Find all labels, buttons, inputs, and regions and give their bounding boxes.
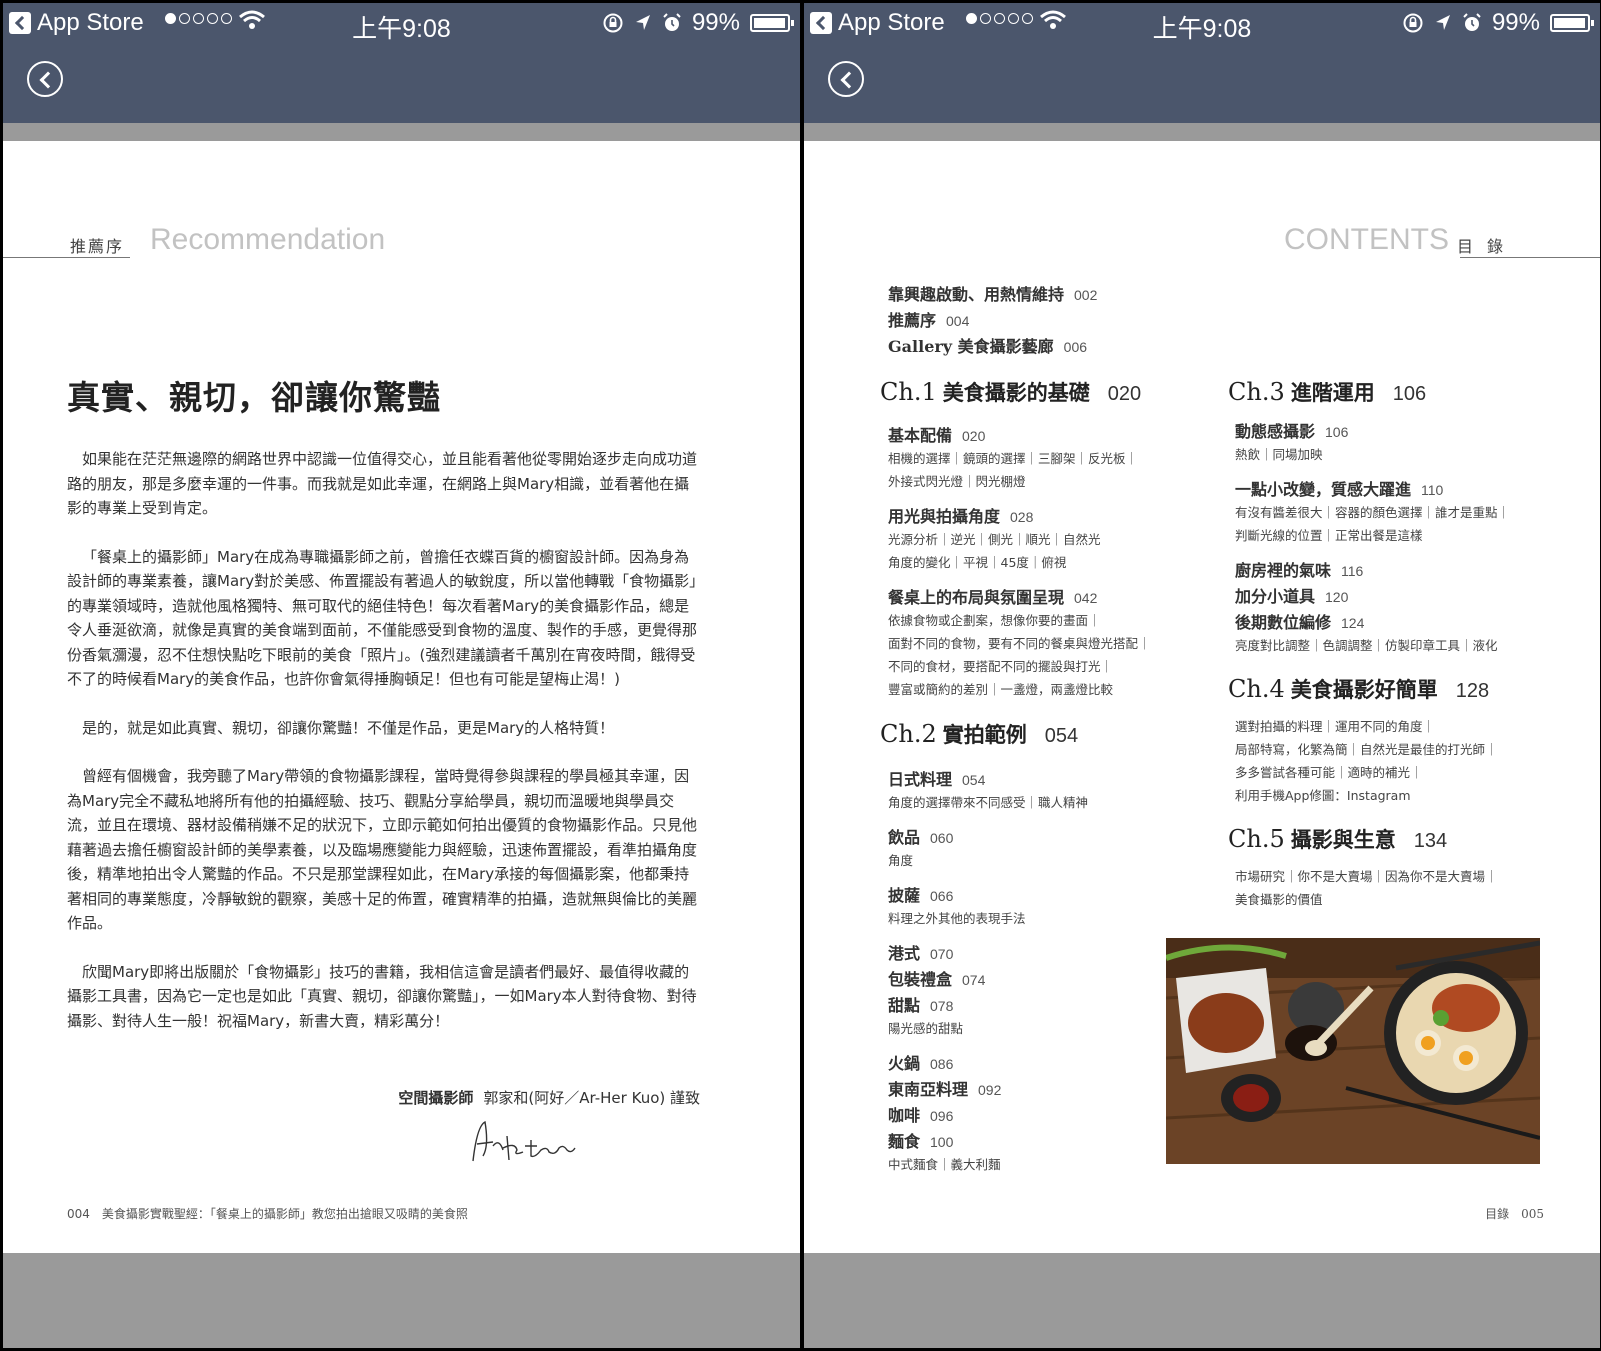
toc-entry[interactable]: 港式 070 [888, 940, 953, 964]
toc-subtopics: 相機的選擇｜鏡頭的選擇｜三腳架｜反光板｜ [888, 451, 1139, 466]
toc-entry[interactable]: 日式料理 054 [888, 766, 985, 790]
location-arrow-icon [1435, 15, 1450, 30]
rotation-lock-icon [603, 13, 623, 33]
toc-entry[interactable]: 包裝禮盒 074 [888, 966, 985, 990]
battery-icon [750, 14, 794, 32]
section-heading-zh: 目錄 [1457, 237, 1518, 256]
toc-entry[interactable]: 加分小道具 120 [1235, 583, 1348, 607]
toc-entry[interactable]: Gallery 美食攝影藝廊 006 [888, 333, 1087, 357]
page-footer: 004 美食攝影實戰聖經：「餐桌上的攝影師」教您拍出搶眼又吸睛的美食照 [67, 1207, 468, 1221]
battery-percent: 99% [1491, 9, 1540, 36]
toc-subtopics: 角度 [888, 853, 914, 868]
toc-entry[interactable]: 餐桌上的布局與氛圍呈現 042 [888, 584, 1097, 608]
paragraph: 欣聞Mary即將出版關於「食物攝影」技巧的書籍，我相信這會是讀者們最好、最值得收… [67, 962, 697, 1030]
signoff-role: 空間攝影師 [398, 1089, 474, 1107]
toc-subtopics: 多多嘗試各種可能｜適時的補光｜ [1235, 765, 1423, 780]
toc-entry[interactable]: 火鍋 086 [888, 1050, 953, 1074]
paragraph: 如果能在茫茫無邊際的網路世界中認識一位值得交心，並且能看著他從零開始逐步走向成功… [67, 450, 698, 517]
right-screen: App Store 上午9:08 99% CONTENTS 目錄 靠興趣啟動、用… [804, 3, 1600, 1348]
book-page-left: 推薦序 Recommendation 真實、親切，卻讓你驚豔 如果能在茫茫無邊際… [3, 141, 800, 1253]
toc-subtopics: 豐富或簡約的差別｜一盞燈，兩盞燈比較 [888, 682, 1114, 697]
handwritten-signature [472, 1120, 576, 1162]
chapter-heading[interactable]: Ch.1 美食攝影的基礎 020 [880, 377, 1141, 407]
alarm-icon [1463, 13, 1481, 31]
battery-percent: 99% [691, 9, 740, 36]
status-bar: App Store 上午9:08 99% [804, 3, 1600, 43]
toc-subtopics: 外接式閃光燈｜閃光棚燈 [888, 474, 1026, 489]
toc-subtopics: 不同的食材，要搭配不同的擺設與打光｜ [888, 659, 1114, 674]
toc-subtopics: 市場研究｜你不是大賣場｜因為你不是大賣場｜ [1235, 869, 1498, 884]
toc-entry[interactable]: 咖啡 096 [888, 1102, 953, 1126]
chapter-heading[interactable]: Ch.2 實拍範例 054 [880, 719, 1078, 749]
toc-subtopics: 陽光感的甜點 [888, 1021, 964, 1036]
toc-subtopics: 熱飲｜同場加映 [1235, 447, 1323, 462]
toc-entry[interactable]: 麵食 100 [888, 1128, 953, 1152]
rotation-lock-icon [1403, 13, 1423, 33]
toc-subtopics: 判斷光線的位置｜正常出餐是這樣 [1235, 528, 1423, 543]
toc-subtopics: 角度的變化｜平視｜45度｜俯視 [888, 555, 1067, 570]
toc-subtopics: 面對不同的食物，要有不同的餐桌與燈光搭配｜ [888, 636, 1151, 651]
alarm-icon [663, 13, 681, 31]
page-margin-bottom [3, 1253, 800, 1348]
page-footer: 目錄 005 [1485, 1207, 1544, 1221]
status-bar: App Store 上午9:08 99% [3, 3, 800, 43]
toc-subtopics: 光源分析｜逆光｜側光｜順光｜自然光 [888, 532, 1101, 547]
toc-entry[interactable]: 廚房裡的氣味 116 [1235, 557, 1363, 581]
chapter-heading[interactable]: Ch.4 美食攝影好簡單 128 [1228, 674, 1489, 704]
paragraph: 曾經有個機會，我旁聽了Mary帶領的食物攝影課程，當時覺得參與課程的學員極其幸運… [67, 767, 698, 932]
paragraph: 是的，就是如此真實、親切，卻讓你驚豔！不僅是作品，更是Mary的人格特質！ [82, 718, 615, 737]
article-title: 真實、親切，卻讓你驚豔 [67, 378, 441, 417]
toc-entry[interactable]: 披薩 066 [888, 882, 953, 906]
nav-bar [804, 43, 1600, 123]
toc-subtopics: 角度的選擇帶來不同感受｜職人精神 [888, 795, 1089, 810]
left-screen: App Store 上午9:08 99% 推薦序 Recommendation … [3, 3, 800, 1348]
toc-entry[interactable]: 東南亞料理 092 [888, 1076, 1001, 1100]
article-body: 如果能在茫茫無邊際的網路世界中認識一位值得交心，並且能看著他從零開始逐步走向成功… [67, 447, 701, 1057]
chapter-heading[interactable]: Ch.3 進階運用 106 [1228, 377, 1426, 407]
toc-entry[interactable]: 基本配備 020 [888, 422, 985, 446]
toc-subtopics: 依據食物或企劃案，想像你要的畫面｜ [888, 613, 1101, 628]
toc-subtopics: 中式麵食｜義大利麵 [888, 1157, 1001, 1172]
toc-entry[interactable]: 動態感攝影 106 [1235, 418, 1348, 442]
toc-entry[interactable]: 用光與拍攝角度 028 [888, 503, 1033, 527]
book-page-right: CONTENTS 目錄 靠興趣啟動、用熱情維持 002 推薦序 004 Galler… [804, 141, 1600, 1253]
signoff-name: 郭家和(阿好／Ar-Her Kuo) 謹致 [483, 1089, 700, 1107]
nav-bar [3, 43, 800, 123]
toc-subtopics: 局部特寫，化繁為簡｜自然光是最佳的打光師｜ [1235, 742, 1498, 757]
toc-subtopics: 選對拍攝的料理｜運用不同的角度｜ [1235, 719, 1436, 734]
toc-entry[interactable]: 靠興趣啟動、用熱情維持 002 [888, 281, 1097, 305]
toc-subtopics: 美食攝影的價值 [1235, 892, 1323, 907]
toc-subtopics: 料理之外其他的表現手法 [888, 911, 1026, 926]
back-button[interactable] [27, 61, 63, 97]
signoff: 空間攝影師 郭家和(阿好／Ar-Her Kuo) 謹致 [398, 1087, 700, 1108]
page-margin-top [804, 123, 1600, 141]
section-heading-en: Recommendation [150, 223, 386, 256]
back-button[interactable] [828, 61, 864, 97]
page-margin-top [3, 123, 800, 141]
toc-subtopics: 有沒有醬差很大｜容器的顏色選擇｜誰才是重點｜ [1235, 505, 1511, 520]
location-arrow-icon [635, 15, 650, 30]
page-margin-bottom [804, 1253, 1600, 1348]
toc-subtopics: 利用手機App修圖：Instagram [1235, 788, 1411, 803]
toc-subtopics: 亮度對比調整｜色調調整｜仿製印章工具｜液化 [1235, 638, 1498, 653]
toc-entry[interactable]: 一點小改變，質感大躍進 110 [1235, 476, 1443, 500]
toc-entry[interactable]: 飲品 060 [888, 824, 953, 848]
food-photo [1166, 938, 1540, 1164]
section-heading-en: CONTENTS [1284, 223, 1449, 256]
section-heading-zh: 推薦序 [70, 237, 125, 256]
toc-entry[interactable]: 後期數位編修 124 [1235, 609, 1364, 633]
toc-entry[interactable]: 推薦序 004 [888, 307, 969, 331]
toc-entry[interactable]: 甜點 078 [888, 992, 953, 1016]
paragraph: 「餐桌上的攝影師」Mary在成為專職攝影師之前，曾擔任衣蝶百貨的櫥窗設計師。因為… [67, 547, 698, 689]
battery-icon [1550, 14, 1594, 32]
chapter-heading[interactable]: Ch.5 攝影與生意 134 [1228, 824, 1447, 854]
